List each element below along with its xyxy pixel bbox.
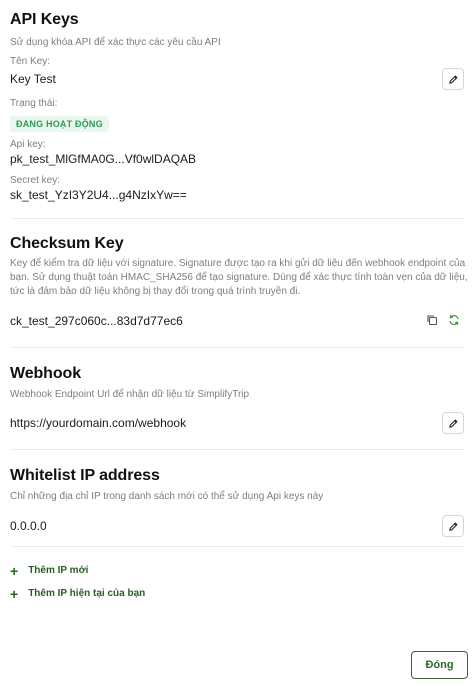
webhook-url-value: https://yourdomain.com/webhook — [10, 416, 187, 430]
divider — [10, 449, 464, 450]
checksum-key-value: ck_test_297c060c...83d7d77ec6 — [10, 314, 183, 328]
plus-icon: + — [10, 562, 19, 579]
webhook-title: Webhook — [10, 365, 82, 382]
edit-ip-button[interactable] — [442, 515, 464, 537]
refresh-icon[interactable] — [448, 314, 460, 326]
checksum-description-line3: tức là đảm bảo dữ liệu không bị thay đổi… — [10, 286, 301, 297]
checksum-description-line1: Key để kiểm tra dữ liệu với signature. S… — [10, 258, 466, 269]
key-name-label: Tên Key: — [10, 56, 51, 67]
secret-key-label: Secret key: — [10, 175, 61, 186]
plus-icon: + — [10, 585, 19, 602]
status-label: Trạng thái: — [10, 98, 58, 109]
whitelist-title: Whitelist IP address — [10, 467, 160, 484]
status-badge-wrap: ĐANG HOẠT ĐỘNG — [10, 114, 109, 132]
checksum-title: Checksum Key — [10, 235, 124, 252]
divider — [10, 218, 464, 219]
webhook-subtitle: Webhook Endpoint Url để nhận dữ liệu từ … — [10, 389, 250, 400]
divider — [10, 347, 464, 348]
pencil-icon — [448, 522, 457, 531]
api-settings-page: API Keys Sử dụng khóa API để xác thực cá… — [0, 0, 474, 686]
whitelist-ip-value: 0.0.0.0 — [10, 519, 47, 533]
key-name-value: Key Test — [10, 72, 56, 86]
edit-key-name-button[interactable] — [442, 68, 464, 90]
checksum-description-line2: bạn. Sử dụng thuật toán HMAC_SHA256 để t… — [10, 272, 468, 283]
api-keys-title: API Keys — [10, 11, 79, 28]
divider — [10, 546, 464, 547]
edit-webhook-button[interactable] — [442, 412, 464, 434]
add-ip-label: Thêm IP mới — [28, 565, 89, 576]
secret-key-value: sk_test_YzI3Y2U4...g4NzIxYw== — [10, 188, 187, 202]
pencil-icon — [448, 75, 457, 84]
api-key-label: Api key: — [10, 139, 46, 150]
close-button[interactable]: Đóng — [411, 651, 468, 679]
status-badge: ĐANG HOẠT ĐỘNG — [10, 116, 109, 132]
api-key-value: pk_test_MlGfMA0G...Vf0wlDAQAB — [10, 152, 197, 166]
add-current-ip-label: Thêm IP hiện tại của bạn — [28, 588, 146, 599]
pencil-icon — [448, 419, 457, 428]
copy-icon[interactable] — [426, 314, 438, 326]
api-keys-subtitle: Sử dụng khóa API để xác thực các yêu cầu… — [10, 37, 221, 48]
whitelist-subtitle: Chỉ những địa chỉ IP trong danh sách mới… — [10, 491, 324, 502]
add-current-ip-link[interactable]: + Thêm IP hiện tại của bạn — [10, 585, 146, 602]
add-ip-link[interactable]: + Thêm IP mới — [10, 562, 89, 579]
